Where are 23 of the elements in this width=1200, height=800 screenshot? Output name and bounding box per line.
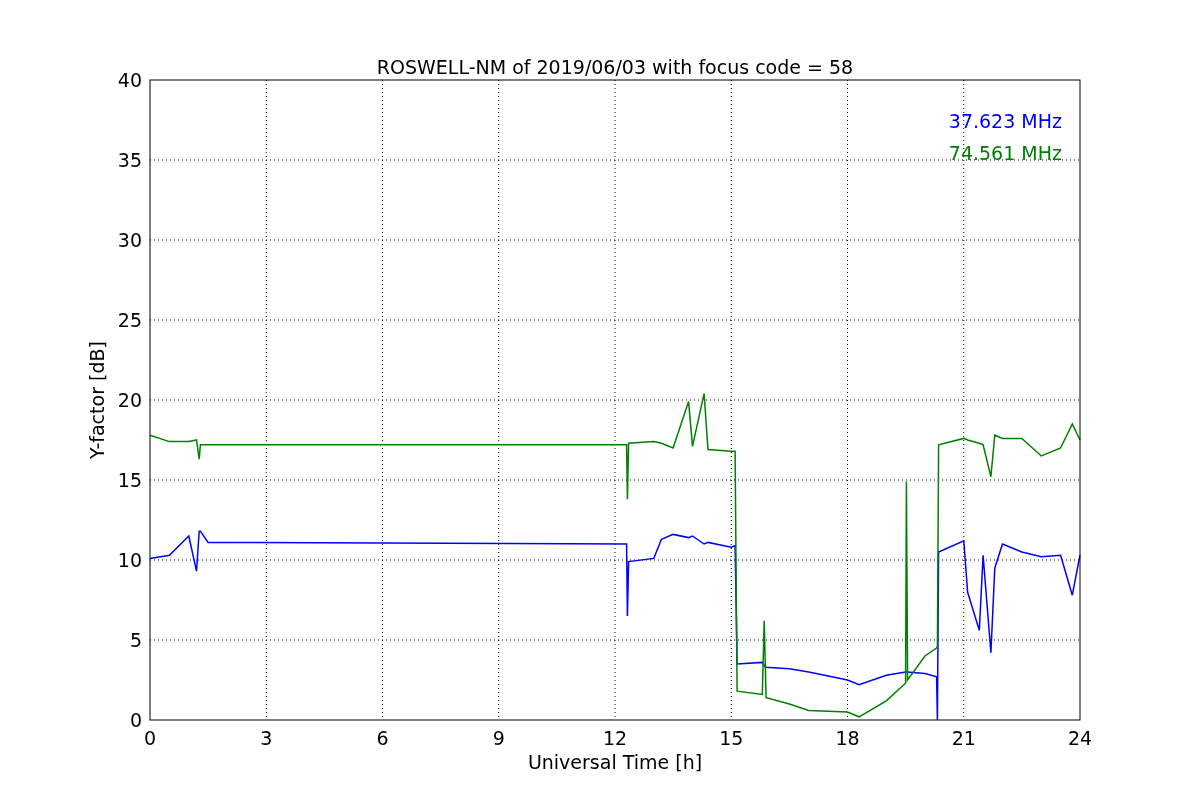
y-axis-label: Y-factor [dB] [86, 341, 108, 459]
y-tick-label: 0 [129, 709, 142, 731]
y-tick-label: 5 [129, 629, 142, 651]
x-tick-label: 0 [143, 727, 157, 749]
x-tick-label: 18 [835, 727, 860, 749]
legend-label: 37.623 MHz [948, 110, 1062, 132]
y-tick-label: 35 [117, 149, 142, 171]
x-tick-label: 21 [951, 727, 976, 749]
x-tick-label: 24 [1067, 727, 1093, 749]
x-tick-label: 6 [376, 727, 389, 749]
x-axis-label: Universal Time [h] [527, 751, 703, 773]
x-tick-label: 3 [260, 727, 273, 749]
y-tick-label: 20 [117, 389, 142, 411]
y-tick-label: 25 [117, 309, 142, 331]
y-tick-label: 15 [117, 469, 142, 491]
x-tick-label: 12 [602, 727, 628, 749]
chart-title: ROSWELL-NM of 2019/06/03 with focus code = 58 [376, 56, 854, 78]
x-tick-label: 15 [719, 727, 744, 749]
y-tick-label: 40 [117, 69, 142, 91]
x-tick-label: 9 [492, 727, 505, 749]
y-tick-label: 10 [117, 549, 142, 571]
legend-label: 74.561 MHz [948, 142, 1062, 164]
y-tick-label: 30 [117, 229, 142, 251]
